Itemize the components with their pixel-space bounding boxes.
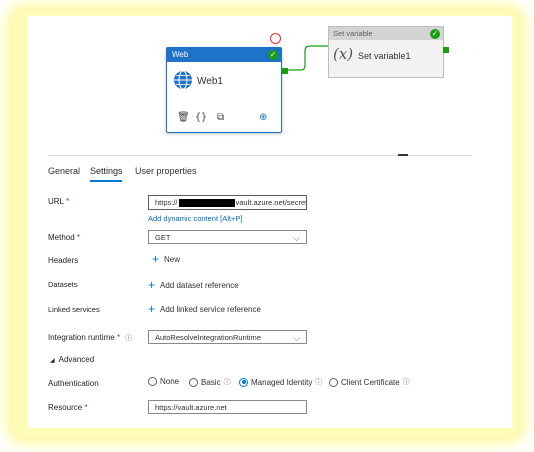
web-activity-card[interactable]: Web ✓ Web1 🗑 {} ⧉ ⊕ bbox=[166, 47, 282, 133]
resource-input[interactable]: https://vault.azure.net bbox=[148, 400, 307, 414]
plus-icon: + bbox=[148, 302, 156, 316]
chevron-down-icon: ⌵ bbox=[293, 233, 300, 243]
datasets-label: Datasets bbox=[48, 280, 78, 289]
url-label: URL * bbox=[48, 197, 70, 206]
add-dynamic-content-link[interactable]: Add dynamic content [Alt+P] bbox=[148, 214, 242, 223]
info-icon[interactable]: ⓘ bbox=[125, 335, 132, 342]
linked-services-label: Linked services bbox=[48, 305, 100, 314]
activity-connector-arrow bbox=[287, 45, 328, 71]
info-icon[interactable]: ⓘ bbox=[403, 377, 410, 387]
success-check-icon: ✓ bbox=[430, 28, 440, 39]
url-input[interactable]: https://vault.azure.net/secrets bbox=[148, 195, 307, 210]
caret-down-icon: ◢ bbox=[50, 358, 55, 364]
tab-general[interactable]: General bbox=[48, 166, 80, 176]
resource-label: Resource * bbox=[48, 403, 88, 412]
method-dropdown[interactable]: GET ⌵ bbox=[148, 230, 307, 244]
info-icon[interactable]: ⓘ bbox=[315, 377, 322, 387]
pipeline-editor-panel: Web ✓ Web1 🗑 {} ⧉ ⊕ Set variable ✓ (x) S… bbox=[28, 16, 512, 428]
set-variable-name: Set variable1 bbox=[358, 51, 411, 61]
integration-runtime-label: Integration runtime * ⓘ bbox=[48, 333, 133, 342]
method-label: Method * bbox=[48, 233, 81, 242]
authentication-label: Authentication bbox=[48, 379, 99, 388]
integration-runtime-dropdown[interactable]: AutoResolveIntegrationRuntime ⌵ bbox=[148, 330, 307, 344]
globe-icon bbox=[174, 70, 192, 90]
add-linked-service-reference-button[interactable]: + Add linked service reference bbox=[148, 302, 261, 316]
auth-option-client-certificate[interactable]: Client Certificate ⓘ bbox=[329, 377, 410, 387]
variable-x-icon: (x) bbox=[333, 45, 354, 63]
delete-icon[interactable]: 🗑 bbox=[177, 112, 190, 123]
tab-settings[interactable]: Settings bbox=[90, 166, 123, 176]
new-header-button[interactable]: + New bbox=[152, 252, 180, 266]
set-variable-header: Set variable bbox=[329, 27, 443, 40]
add-dataset-reference-button[interactable]: + Add dataset reference bbox=[148, 278, 239, 292]
tab-user-properties[interactable]: User properties bbox=[135, 166, 197, 176]
redacted-text bbox=[178, 199, 235, 208]
plus-icon: + bbox=[152, 252, 160, 266]
canvas-divider bbox=[48, 155, 472, 156]
plus-icon: + bbox=[148, 278, 156, 292]
info-icon[interactable]: ⓘ bbox=[224, 377, 231, 387]
copy-icon[interactable]: ⧉ bbox=[217, 112, 224, 123]
code-icon[interactable]: {} bbox=[195, 112, 207, 123]
radio-selected-icon bbox=[239, 377, 248, 387]
success-check-icon: ✓ bbox=[268, 50, 278, 60]
web-activity-name: Web1 bbox=[197, 76, 223, 87]
add-output-icon[interactable]: ⊕ bbox=[259, 112, 267, 123]
auth-option-none[interactable]: None bbox=[148, 377, 179, 386]
set-variable-activity-card[interactable]: Set variable ✓ (x) Set variable1 bbox=[328, 26, 444, 78]
chevron-down-icon: ⌵ bbox=[293, 333, 300, 343]
headers-label: Headers bbox=[48, 256, 79, 265]
web-activity-header: Web bbox=[167, 48, 281, 62]
radio-icon bbox=[189, 377, 198, 387]
set-variable-output-port[interactable] bbox=[443, 47, 449, 53]
radio-icon bbox=[329, 377, 338, 387]
auth-option-managed-identity[interactable]: Managed Identity ⓘ bbox=[239, 377, 322, 387]
panel-resize-handle[interactable] bbox=[398, 154, 408, 156]
advanced-toggle[interactable]: ◢ Advanced bbox=[50, 355, 94, 364]
active-tab-indicator bbox=[90, 180, 122, 182]
radio-icon bbox=[148, 377, 157, 386]
breakpoint-circle-icon[interactable] bbox=[270, 33, 281, 44]
auth-option-basic[interactable]: Basic ⓘ bbox=[189, 377, 231, 387]
pipeline-canvas[interactable]: Web ✓ Web1 🗑 {} ⧉ ⊕ Set variable ✓ (x) S… bbox=[28, 16, 512, 156]
